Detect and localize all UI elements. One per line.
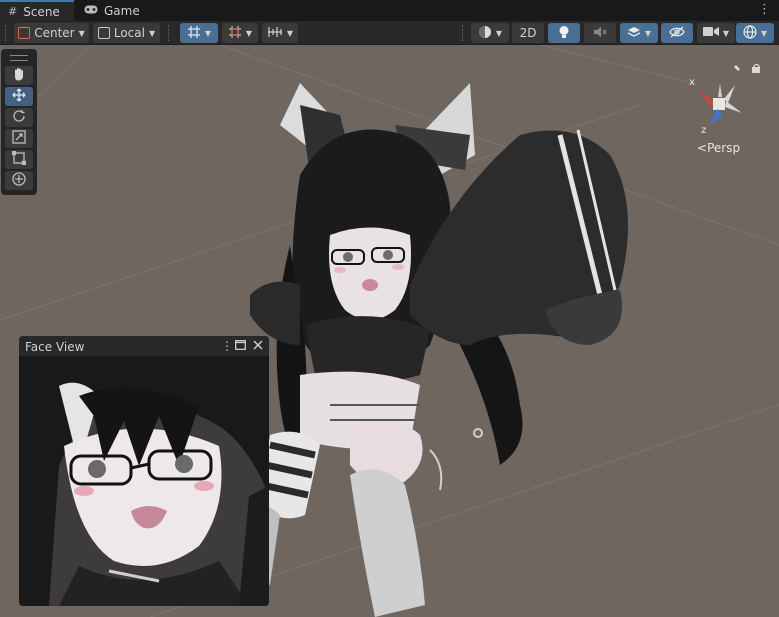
scale-icon [12,130,26,147]
rotate-icon [12,109,26,126]
close-icon[interactable] [253,339,263,353]
effects-dropdown[interactable]: ▼ [620,23,658,43]
increment-snap-button[interactable]: ▼ [222,23,258,43]
layers-icon [627,26,641,41]
transform-tool-button[interactable] [5,171,33,190]
pivot-mode-label: Center [34,26,75,40]
draw-mode-dropdown[interactable]: ▼ [471,23,509,43]
lock-icon [734,65,740,71]
maximize-icon[interactable] [235,339,246,353]
chevron-down-icon: ▼ [204,28,212,38]
chevron-down-icon: ▼ [286,28,294,38]
camera-dropdown[interactable]: ▼ [697,23,735,43]
toolbar-grip [462,25,467,41]
align-icon [267,26,283,41]
chevron-down-icon: ▼ [644,28,652,38]
chevron-down-icon: ▼ [148,28,156,38]
pivot-icon [18,27,31,39]
pivot-space-dropdown[interactable]: Local ▼ [93,23,160,43]
grid-snap-icon [187,25,201,42]
chevron-down-icon: ▼ [722,28,730,38]
chevron-down-icon: ▼ [760,28,768,38]
move-tool-button[interactable] [5,87,33,106]
face-view-window[interactable]: Face View ⋮ [19,336,269,606]
tab-game-label: Game [104,3,140,18]
face-view-title: Face View [25,340,85,354]
tool-palette [1,49,37,195]
hand-icon [12,67,26,84]
transform-combined-icon [12,172,26,189]
lock-icon [752,67,760,73]
pivot-space-label: Local [113,26,145,40]
gizmos-dropdown[interactable]: ▼ [736,23,774,43]
axis-z-label: z [701,125,707,136]
align-button[interactable]: ▼ [262,23,298,43]
face-view-titlebar[interactable]: Face View ⋮ [19,336,269,356]
more-vertical-icon[interactable]: ⋮ [221,339,233,353]
chevron-down-icon: ▼ [245,28,253,38]
grid-hash-icon: # [8,5,18,18]
shading-sphere-icon [478,25,492,42]
chevron-down-icon: ▼ [78,28,85,38]
2d-mode-label: 2D [519,26,537,40]
toolbar-grip [5,25,10,41]
grid-snap-button[interactable]: ▼ [180,23,218,43]
lighting-toggle[interactable] [548,23,580,43]
tab-scene-label: Scene [23,4,60,19]
snap-increment-icon [228,25,242,42]
projection-toggle[interactable]: <Persp [697,141,740,155]
chevron-left-icon: < [697,141,708,155]
2d-mode-button[interactable]: 2D [512,23,544,43]
hand-tool-button[interactable] [5,66,33,85]
avatar-model [230,83,628,617]
rect-transform-icon [11,150,27,168]
projection-label: Persp [707,141,741,155]
lightbulb-icon [558,25,570,42]
eye-hidden-icon [669,26,685,41]
visibility-toggle[interactable] [661,23,693,43]
tab-bar: # Scene Game ⋮ [0,0,779,21]
scene-toolbar: Center ▼ Local ▼ ▼ ▼ ▼ ▼ 2D ▼ ▼ ▼ [0,21,779,45]
tab-scene[interactable]: # Scene [0,0,74,21]
scale-tool-button[interactable] [5,129,33,148]
chevron-down-icon: ▼ [495,28,503,38]
move-arrows-icon [12,88,26,105]
gamepad-icon [84,4,98,17]
pivot-mode-dropdown[interactable]: Center ▼ [14,23,89,43]
toolbar-grip [168,25,173,41]
more-vertical-icon[interactable]: ⋮ [758,2,771,17]
cube-icon [97,27,110,39]
axis-x-label: x [689,77,695,88]
palette-drag-handle[interactable] [10,55,28,61]
rect-tool-button[interactable] [5,150,33,169]
audio-toggle[interactable] [584,23,616,43]
camera-icon [702,26,719,40]
gizmo-globe-icon [743,24,757,42]
rotate-tool-button[interactable] [5,108,33,127]
face-view-render [19,356,269,606]
audio-muted-icon [593,26,607,41]
tab-game[interactable]: Game [76,0,142,21]
